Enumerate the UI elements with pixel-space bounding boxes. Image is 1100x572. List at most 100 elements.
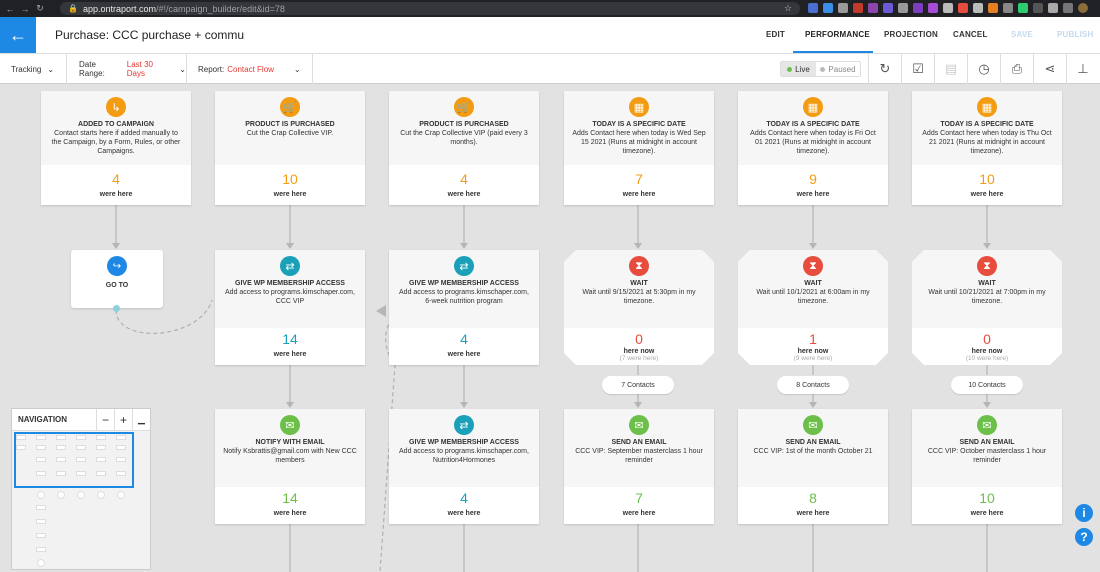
cart-icon: 🛒 bbox=[280, 97, 300, 117]
save-button[interactable]: SAVE bbox=[1011, 30, 1033, 39]
contacts-pill[interactable]: 7 Contacts bbox=[602, 376, 674, 394]
card-title: GIVE WP MEMBERSHIP ACCESS bbox=[409, 439, 519, 446]
send-email-icon: ✉ bbox=[629, 415, 649, 435]
report-dropdown[interactable]: Report: Contact Flow ⌄ bbox=[187, 54, 313, 84]
checklist-icon[interactable]: ☑ bbox=[901, 54, 934, 84]
trigger-card-date-oct-21[interactable]: ▦ TODAY IS A SPECIFIC DATE Adds Contact … bbox=[912, 91, 1062, 205]
address-bar[interactable]: 🔒 app.ontraport.com/#!/campaign_builder/… bbox=[60, 2, 800, 15]
chevron-down-icon: ⌄ bbox=[293, 64, 301, 74]
card-description: Adds Contact here when today is Wed Sep … bbox=[572, 130, 706, 155]
browser-toolbar: ← → ↻ 🔒 app.ontraport.com/#!/campaign_bu… bbox=[0, 0, 1100, 17]
back-arrow-icon[interactable]: ← bbox=[5, 4, 15, 14]
extension-icon[interactable] bbox=[928, 3, 938, 13]
tracking-dropdown[interactable]: Tracking ⌄ bbox=[0, 54, 67, 84]
card-count: 14 bbox=[282, 331, 298, 347]
viewport-indicator[interactable] bbox=[14, 432, 134, 488]
url-path: /#!/campaign_builder/edit&id=78 bbox=[156, 3, 285, 14]
extension-icon[interactable] bbox=[1018, 3, 1028, 13]
action-card-wp-membership-6-week[interactable]: ⇄ GIVE WP MEMBERSHIP ACCESS Add access t… bbox=[389, 250, 539, 365]
contacts-pill[interactable]: 10 Contacts bbox=[951, 376, 1023, 394]
card-count: 4 bbox=[112, 171, 120, 187]
hourglass-icon: ⧗ bbox=[629, 256, 649, 276]
connector-handle[interactable] bbox=[113, 305, 120, 312]
trigger-card-product-purchased[interactable]: 🛒 PRODUCT IS PURCHASED Cut the Crap Coll… bbox=[215, 91, 365, 205]
extension-icon[interactable] bbox=[883, 3, 893, 13]
history-icon[interactable]: ◷ bbox=[967, 54, 1000, 84]
date-range-dropdown[interactable]: Date Range: Last 30 Days ⌄ bbox=[67, 54, 187, 84]
card-description: Add access to programs.kimschaper.com, N… bbox=[399, 448, 529, 464]
reload-icon[interactable]: ↻ bbox=[35, 3, 45, 14]
paused-option[interactable]: Paused bbox=[816, 62, 860, 76]
zoom-in-button[interactable]: + bbox=[114, 408, 132, 431]
card-description: Cut the Crap Collective VIP. bbox=[246, 130, 334, 137]
action-card-send-email-october-masterclass[interactable]: ✉ SEND AN EMAIL CCC VIP: October masterc… bbox=[912, 409, 1062, 524]
extension-icon[interactable] bbox=[973, 3, 983, 13]
navigation-minimap[interactable] bbox=[12, 431, 150, 569]
card-description: Cut the Crap Collective VIP (paid every … bbox=[400, 130, 528, 146]
action-card-send-email-september[interactable]: ✉ SEND AN EMAIL CCC VIP: September maste… bbox=[564, 409, 714, 524]
card-count: 10 bbox=[282, 171, 298, 187]
extension-icon[interactable] bbox=[958, 3, 968, 13]
action-card-wp-membership-ccc-vip[interactable]: ⇄ GIVE WP MEMBERSHIP ACCESS Add access t… bbox=[215, 250, 365, 365]
card-count: 4 bbox=[460, 171, 468, 187]
card-count-label: were here bbox=[970, 510, 1004, 517]
refresh-icon[interactable]: ↻ bbox=[868, 54, 901, 84]
card-title: SEND AN EMAIL bbox=[959, 439, 1015, 446]
action-card-wp-membership-nutrition4hormones[interactable]: ⇄ GIVE WP MEMBERSHIP ACCESS Add access t… bbox=[389, 409, 539, 524]
wait-card-oct-01[interactable]: ⧗ WAIT Wait until 10/1/2021 at 6:00am in… bbox=[738, 250, 888, 365]
pin-icon[interactable]: ⊥ bbox=[1066, 54, 1099, 84]
print-icon[interactable]: ⎙ bbox=[1000, 54, 1033, 84]
email-check-icon: ✉ bbox=[280, 415, 300, 435]
info-icon[interactable]: i bbox=[1075, 504, 1093, 522]
extension-icon[interactable] bbox=[988, 3, 998, 13]
extension-icon[interactable] bbox=[898, 3, 908, 13]
contacts-pill[interactable]: 8 Contacts bbox=[777, 376, 849, 394]
report-label: Report: bbox=[198, 64, 225, 74]
card-description: Add access to programs.kimschaper.com, C… bbox=[225, 289, 355, 305]
campaign-canvas[interactable]: ↳ ADDED TO CAMPAIGN Contact starts here … bbox=[0, 85, 1100, 572]
document-icon[interactable]: ▤ bbox=[934, 54, 967, 84]
card-count-label: were here bbox=[447, 510, 481, 517]
zoom-out-button[interactable]: − bbox=[96, 408, 114, 431]
trigger-card-added-to-campaign[interactable]: ↳ ADDED TO CAMPAIGN Contact starts here … bbox=[41, 91, 191, 205]
action-card-notify-email[interactable]: ✉ NOTIFY WITH EMAIL Notify Ksbrattis@gma… bbox=[215, 409, 365, 524]
tab-performance[interactable]: PERFORMANCE bbox=[805, 30, 870, 39]
app-header: ← Purchase: CCC purchase + communicati E… bbox=[0, 17, 1100, 54]
tab-projection[interactable]: PROJECTION bbox=[884, 30, 938, 39]
wait-card-oct-21[interactable]: ⧗ WAIT Wait until 10/21/2021 at 7:00pm i… bbox=[912, 250, 1062, 365]
live-dot-icon bbox=[787, 66, 793, 72]
goto-card[interactable]: ↪ GO TO bbox=[71, 250, 163, 312]
trigger-card-product-purchased-quarterly[interactable]: 🛒 PRODUCT IS PURCHASED Cut the Crap Coll… bbox=[389, 91, 539, 205]
extension-icon[interactable] bbox=[943, 3, 953, 13]
card-title: TODAY IS A SPECIFIC DATE bbox=[766, 121, 860, 128]
extension-icon[interactable] bbox=[1033, 3, 1043, 13]
trigger-card-date-oct-01[interactable]: ▦ TODAY IS A SPECIFIC DATE Adds Contact … bbox=[738, 91, 888, 205]
help-question-icon[interactable]: ? bbox=[1075, 528, 1093, 546]
share-icon[interactable]: ⋖ bbox=[1033, 54, 1066, 84]
forward-arrow-icon[interactable]: → bbox=[20, 4, 30, 14]
extension-icon[interactable] bbox=[913, 3, 923, 13]
publish-button[interactable]: PUBLISH bbox=[1057, 30, 1094, 39]
card-count: 0 bbox=[635, 331, 643, 347]
wait-card-sep-15[interactable]: ⧗ WAIT Wait until 9/15/2021 at 5:30pm in… bbox=[564, 250, 714, 365]
minimize-icon[interactable]: ▁ bbox=[132, 408, 150, 431]
cancel-button[interactable]: CANCEL bbox=[953, 30, 988, 39]
extension-icon[interactable] bbox=[853, 3, 863, 13]
extension-icon[interactable] bbox=[1003, 3, 1013, 13]
bookmark-star-icon[interactable]: ☆ bbox=[784, 3, 792, 14]
live-option[interactable]: Live bbox=[781, 62, 816, 76]
extension-icon[interactable] bbox=[868, 3, 878, 13]
puzzle-icon[interactable] bbox=[1048, 3, 1058, 13]
card-count-label: here now bbox=[797, 348, 829, 355]
extension-icon[interactable] bbox=[823, 3, 833, 13]
extension-icon[interactable] bbox=[808, 3, 818, 13]
trigger-card-date-sep-15[interactable]: ▦ TODAY IS A SPECIFIC DATE Adds Contact … bbox=[564, 91, 714, 205]
action-card-send-email-october-1st[interactable]: ✉ SEND AN EMAIL CCC VIP: 1st of the mont… bbox=[738, 409, 888, 524]
card-title: PRODUCT IS PURCHASED bbox=[245, 121, 335, 128]
live-paused-toggle[interactable]: Live Paused bbox=[780, 61, 861, 77]
tab-edit[interactable]: EDIT bbox=[766, 30, 785, 39]
menu-icon[interactable] bbox=[1063, 3, 1073, 13]
avatar[interactable] bbox=[1078, 3, 1088, 13]
card-title: WAIT bbox=[804, 280, 822, 287]
extension-icon[interactable] bbox=[838, 3, 848, 13]
